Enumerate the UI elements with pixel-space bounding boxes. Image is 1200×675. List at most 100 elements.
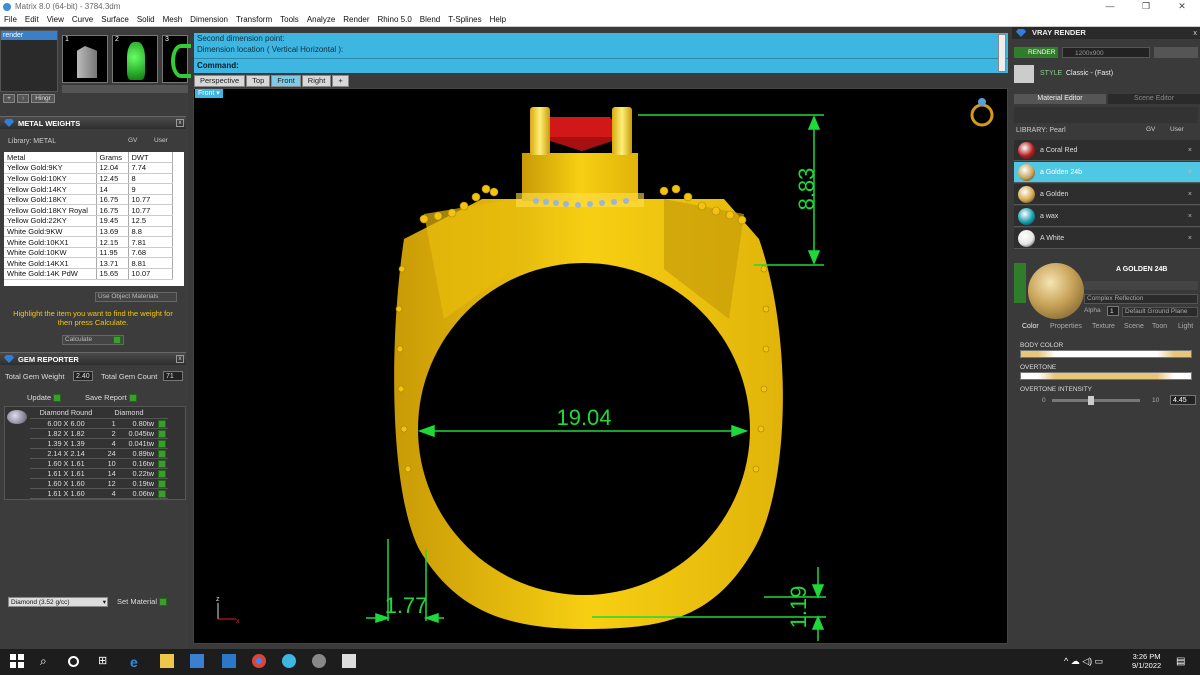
play-icon[interactable] [158,419,166,428]
material-item[interactable]: a Coral Red × [1014,140,1200,161]
menu-edit[interactable]: Edit [25,15,39,24]
maximize-button[interactable]: ❐ [1128,0,1164,13]
library-gv-button[interactable]: GV [128,137,137,144]
system-tray-icons[interactable]: ^ ☁ ◁) ▭ [1064,656,1103,667]
menu-transform[interactable]: Transform [236,15,272,24]
menu-blend[interactable]: Blend [420,15,440,24]
table-row[interactable]: Yellow Gold:18KY Royal 16.75 10.77 [4,204,173,217]
notification-icon[interactable]: ▤ [1176,656,1185,667]
close-icon[interactable]: x [1193,27,1197,39]
gem-material-select[interactable]: Diamond (3.52 g/cc) ▾ [8,597,108,607]
menu-tsplines[interactable]: T-Splines [448,15,481,24]
store-icon[interactable] [190,654,204,668]
table-row[interactable]: 1.60 X 1.60 12 0.19tw [30,478,168,490]
material-item[interactable]: A White × [1014,228,1200,249]
close-button[interactable]: ✕ [1164,0,1200,13]
metal-table[interactable]: Metal Grams DWT Yellow Gold:9KY 12.04 7.74… [4,152,184,286]
builder-item[interactable]: render [1,31,57,40]
table-row[interactable]: White Gold:10KX1 12.15 7.81 [4,236,173,248]
tab-front[interactable]: Front [271,75,301,87]
material-toolbar[interactable] [1014,107,1198,123]
table-row[interactable]: 2.14 X 2.14 24 0.89tw [30,448,168,459]
menu-help[interactable]: Help [490,15,506,24]
alpha-field[interactable]: 1 [1107,306,1119,316]
row-action[interactable] [156,428,168,439]
builder-thumb-3[interactable]: 3 [162,35,191,83]
table-row[interactable]: Yellow Gold:18KY 16.75 10.77 [4,194,173,206]
play-icon[interactable] [158,480,166,489]
up-button[interactable]: ↑ [17,94,29,103]
table-row[interactable]: Yellow Gold:22KY 19.45 12.5 [4,215,173,227]
builder-toolbar[interactable] [62,85,188,93]
table-row[interactable]: White Gold:9KW 13.69 8.8 [4,226,173,238]
front-viewport[interactable]: 8.83 19.04 1.77 1.19 z x [193,88,1008,644]
resolution-field[interactable]: 1200x900 [1062,47,1150,58]
tab-right[interactable]: Right [301,75,332,87]
tab-material-editor[interactable]: Material Editor [1014,94,1106,104]
column-header[interactable]: DWT [128,152,173,164]
intensity-slider-handle[interactable] [1088,396,1095,405]
menu-curve[interactable]: Curve [72,15,93,24]
update-button[interactable]: Update [27,393,62,403]
intensity-slider[interactable] [1052,396,1140,405]
material-item[interactable]: a Golden × [1014,184,1200,205]
remove-icon[interactable]: × [1188,228,1192,249]
render-controls[interactable] [1154,47,1198,58]
play-icon[interactable] [158,459,166,468]
row-action[interactable] [156,418,168,429]
builder-list[interactable]: render [0,30,58,92]
search-icon[interactable]: ⌕ [40,654,54,668]
rhino-icon[interactable] [312,654,326,668]
matrix-app-icon[interactable] [282,654,296,668]
remove-icon[interactable]: × [1188,162,1192,183]
menu-mesh[interactable]: Mesh [163,15,183,24]
table-row[interactable]: 1.39 X 1.39 4 0.041tw [30,438,168,449]
hinge-button[interactable]: Hingr [31,94,55,103]
ring-icon[interactable] [970,98,994,127]
play-icon[interactable] [158,469,166,478]
tab-toon[interactable]: Toon [1152,323,1167,333]
tab-properties[interactable]: Properties [1050,323,1082,333]
column-header[interactable]: Grams [96,152,129,164]
builder-thumb-1[interactable]: 1 [62,35,108,83]
play-icon[interactable] [158,439,166,448]
render-button[interactable]: RENDER [1014,47,1058,58]
library-user-button[interactable]: User [154,137,168,144]
column-header[interactable]: Metal [4,152,97,164]
close-icon[interactable]: x [176,355,184,363]
table-row[interactable]: 1.61 X 1.60 4 0.06tw [30,488,168,500]
minimize-button[interactable]: — [1092,0,1128,13]
menu-dimension[interactable]: Dimension [190,15,228,24]
widgets-icon[interactable]: ⊞ [98,654,112,668]
snipping-tool-icon[interactable] [342,654,356,668]
row-action[interactable] [156,468,168,479]
material-type-select[interactable]: Complex Reflection [1084,294,1198,304]
remove-icon[interactable]: × [1188,206,1192,227]
menu-analyze[interactable]: Analyze [307,15,335,24]
remove-icon[interactable]: × [1188,184,1192,205]
tab-texture[interactable]: Texture [1092,323,1115,333]
row-action[interactable] [156,448,168,459]
menu-solid[interactable]: Solid [137,15,155,24]
material-item[interactable]: a Golden 24b × [1014,162,1200,183]
edge-icon[interactable]: e [130,654,144,670]
table-row[interactable]: Yellow Gold:10KY 12.45 8 [4,173,173,185]
mail-icon[interactable] [222,654,236,668]
collapse-handle[interactable] [1014,263,1026,303]
row-action[interactable] [156,438,168,449]
tab-top[interactable]: Top [246,75,271,87]
preview-toolbar[interactable] [1084,281,1198,290]
table-row[interactable]: 6.00 X 6.00 1 0.80tw [30,418,168,429]
table-row[interactable]: 1.82 X 1.82 2 0.045tw [30,428,168,439]
intensity-value[interactable]: 4.45 [1170,395,1196,405]
play-icon[interactable] [158,490,166,499]
tab-perspective[interactable]: Perspective [194,75,246,87]
table-row[interactable]: 1.60 X 1.61 10 0.16tw [30,458,168,469]
set-material-button[interactable]: Set Material [117,597,168,607]
material-gv-button[interactable]: GV [1146,126,1155,133]
table-row[interactable]: Yellow Gold:9KY 12.04 7.74 [4,162,173,174]
play-icon[interactable] [158,429,166,438]
task-view-icon[interactable] [68,656,79,667]
tab-scene-editor[interactable]: Scene Editor [1108,94,1200,104]
use-object-materials-dropdown[interactable]: Use Object Materials [95,292,177,302]
